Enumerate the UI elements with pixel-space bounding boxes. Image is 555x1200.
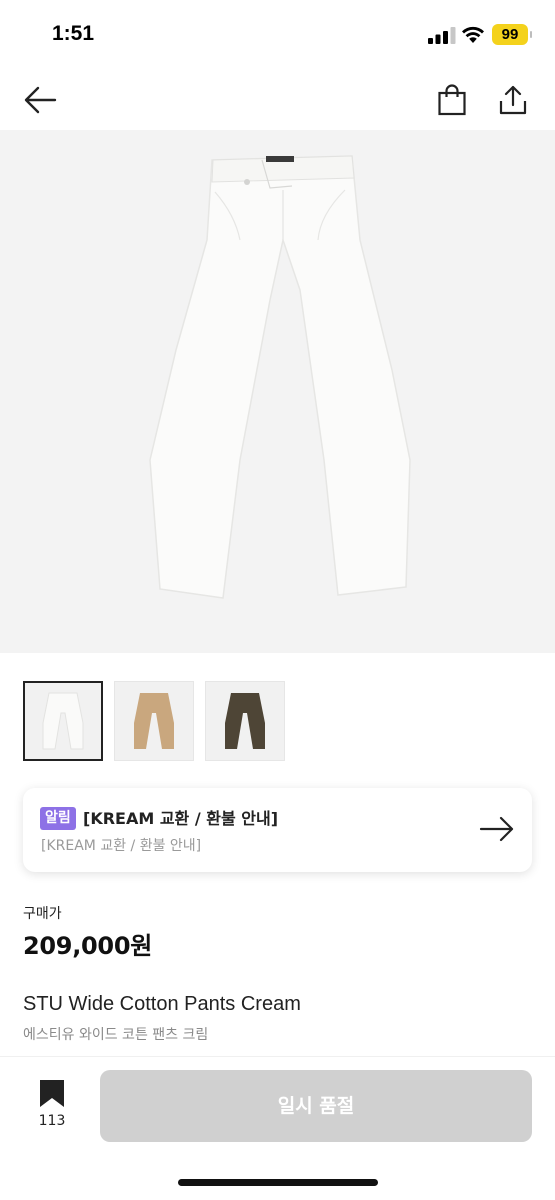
pants-thumbnail-icon <box>134 693 174 749</box>
price-label: 구매가 <box>23 906 62 922</box>
pants-thumbnail-icon <box>42 692 84 750</box>
signal-icon <box>428 27 456 44</box>
status-time: 1:51 <box>52 22 95 45</box>
product-image[interactable] <box>0 130 555 653</box>
wifi-icon <box>462 26 484 43</box>
share-icon <box>499 85 527 115</box>
pants-thumbnail-icon <box>225 693 265 749</box>
product-name-korean: 에스티유 와이드 코튼 팬츠 크림 <box>23 1027 209 1043</box>
exchange-refund-notice[interactable]: 알림 [KREAM 교환 / 환불 안내] [KREAM 교환 / 환불 안내] <box>23 788 532 872</box>
arrow-right-icon <box>479 816 514 842</box>
wide-pants-cream-image <box>149 155 411 599</box>
home-indicator <box>178 1179 378 1186</box>
sold-out-button[interactable]: 일시 품절 <box>100 1070 532 1142</box>
back-button[interactable] <box>18 78 62 122</box>
bookmark-button[interactable]: 113 <box>28 1079 76 1139</box>
thumbnail-cream[interactable] <box>23 681 103 761</box>
bookmark-count: 113 <box>38 1113 66 1129</box>
price-value: 209,000원 <box>23 932 152 960</box>
notice-subtitle: [KREAM 교환 / 환불 안내] <box>41 838 202 854</box>
thumbnail-brown[interactable] <box>205 681 285 761</box>
battery-icon: 99 <box>492 24 532 45</box>
thumbnail-beige[interactable] <box>114 681 194 761</box>
top-navigation <box>0 70 555 130</box>
notice-badge: 알림 <box>40 807 76 830</box>
product-name-english: STU Wide Cotton Pants Cream <box>23 993 301 1015</box>
notice-title: [KREAM 교환 / 환불 안내] <box>83 809 279 828</box>
shopping-bag-icon <box>438 84 466 116</box>
shopping-bag-button[interactable] <box>430 78 474 122</box>
color-thumbnails <box>23 681 293 761</box>
bookmark-icon <box>40 1080 64 1107</box>
status-bar: 1:51 99 <box>0 0 555 70</box>
share-button[interactable] <box>491 78 535 122</box>
back-arrow-icon <box>24 86 57 114</box>
